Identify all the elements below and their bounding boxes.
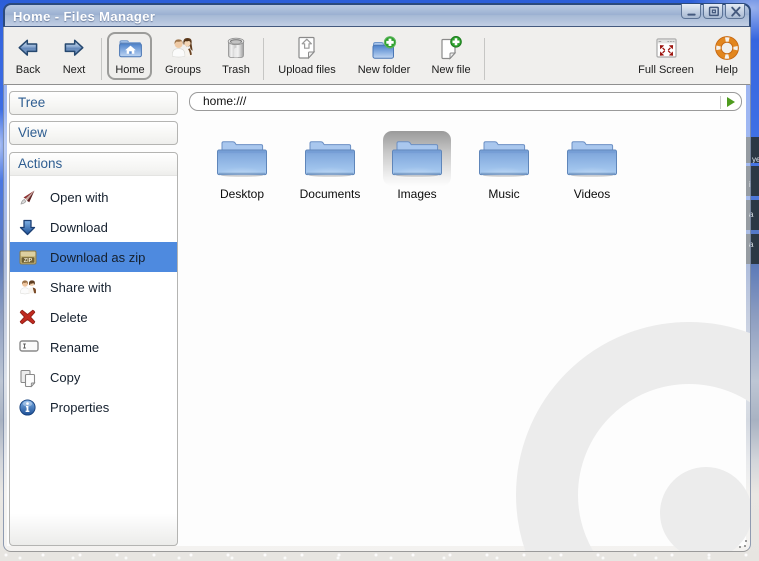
- svg-text:ZIP: ZIP: [24, 258, 33, 264]
